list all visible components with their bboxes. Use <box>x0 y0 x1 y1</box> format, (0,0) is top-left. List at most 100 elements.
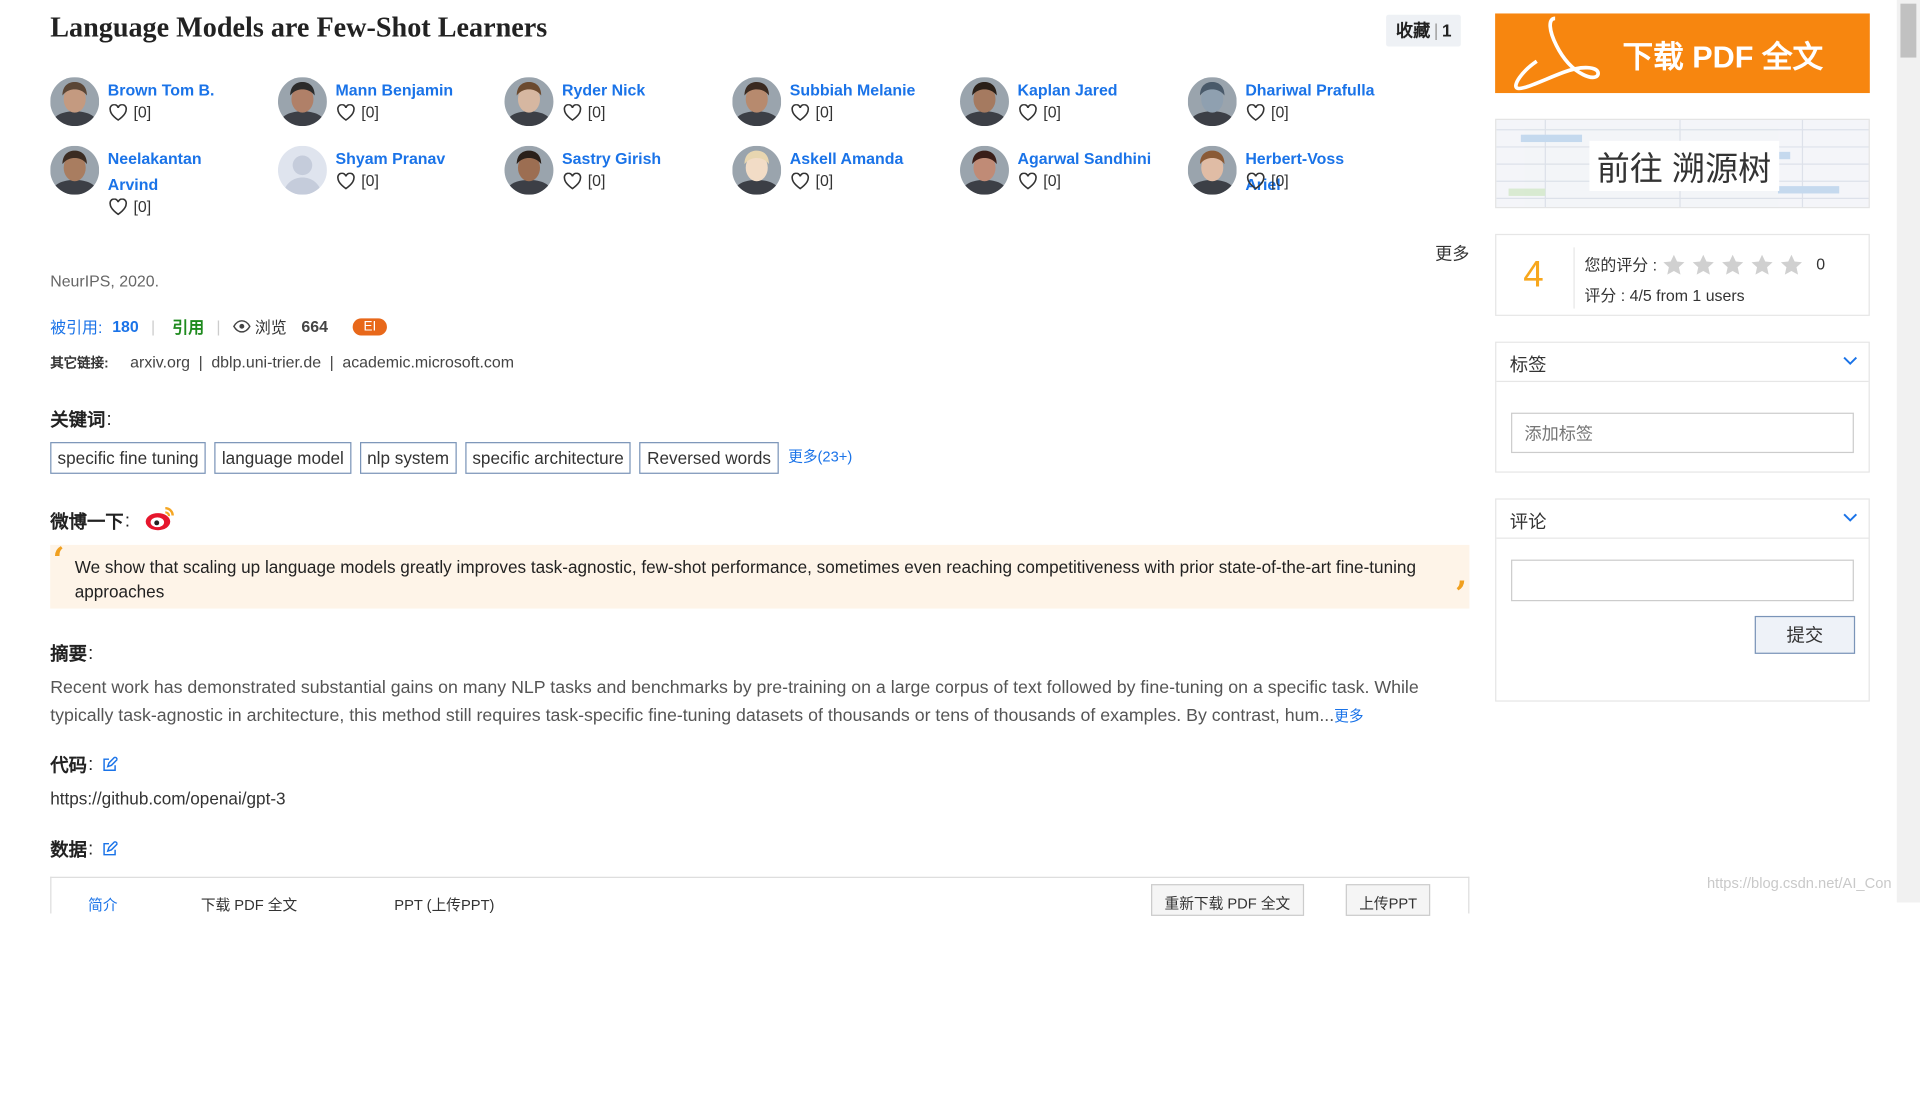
heart-icon[interactable] <box>563 103 582 121</box>
other-links-label: 其它链接: <box>50 356 109 372</box>
heart-icon[interactable] <box>1019 103 1037 121</box>
rating-score: 4 <box>1523 254 1544 296</box>
author-likes[interactable]: [0] <box>337 171 379 190</box>
link-msacademic[interactable]: academic.microsoft.com <box>342 353 514 371</box>
download-pdf-button[interactable]: 下载 PDF 全文 <box>1495 13 1870 94</box>
author-likes[interactable]: [0] <box>563 171 605 190</box>
comment-input[interactable] <box>1511 559 1854 602</box>
avatar[interactable] <box>50 145 100 195</box>
rating-card: 4 您的评分 : 0 评分 : 4/5 from 1 users <box>1495 233 1870 316</box>
author-name[interactable]: Sastry Girish <box>562 146 697 172</box>
keyword-tag[interactable]: nlp system <box>359 442 457 474</box>
author-likes[interactable]: [0] <box>337 103 379 121</box>
author-name[interactable]: Agarwal Sandhini <box>1018 146 1153 172</box>
keyword-tag[interactable]: specific architecture <box>465 442 632 474</box>
edit-icon[interactable] <box>102 756 118 773</box>
avatar[interactable] <box>277 145 327 195</box>
favorite-count: 1 <box>1442 20 1452 41</box>
author-name[interactable]: Brown Tom B. <box>108 77 243 103</box>
author-likes[interactable]: [0] <box>109 103 151 121</box>
trace-tree-button[interactable]: 前往 溯源树 <box>1495 118 1870 209</box>
avatar[interactable] <box>732 145 782 195</box>
abstract-more-link[interactable]: 更多 <box>1334 708 1363 725</box>
chevron-down-icon[interactable] <box>1843 513 1858 523</box>
heart-icon[interactable] <box>1246 172 1265 189</box>
code-url[interactable]: https://github.com/openai/gpt-3 <box>50 789 285 809</box>
authors-more-link[interactable]: 更多 <box>1435 241 1469 265</box>
star-icon[interactable] <box>1721 253 1745 275</box>
author-item: Dhariwal Prafulla [0] <box>1187 75 1408 136</box>
author-likes[interactable]: [0] <box>1019 103 1061 121</box>
author-likes[interactable]: [0] <box>1246 103 1289 121</box>
tab-intro[interactable]: 简介 <box>88 894 117 915</box>
like-count: [0] <box>1043 102 1061 122</box>
scrollbar-thumb[interactable] <box>1900 3 1917 58</box>
keywords-list: specific fine tuning language model nlp … <box>50 442 852 474</box>
author-likes[interactable]: [0] <box>791 103 833 121</box>
cite-link[interactable]: 引用 <box>172 315 204 338</box>
comments-header[interactable]: 评论 <box>1496 500 1869 539</box>
heart-icon[interactable] <box>791 103 810 121</box>
author-likes[interactable]: [0] <box>791 171 833 190</box>
avatar[interactable] <box>960 145 1009 195</box>
avatar[interactable] <box>1187 145 1237 195</box>
star-icon[interactable] <box>1662 253 1686 275</box>
avatar[interactable] <box>504 77 554 127</box>
favorite-button[interactable]: 收藏 | 1 <box>1386 14 1462 47</box>
author-item: Neelakantan Arvind [0] <box>50 143 270 216</box>
link-arxiv[interactable]: arxiv.org <box>130 353 190 371</box>
tab-download-pdf[interactable]: 下载 PDF 全文 <box>201 894 297 915</box>
author-name[interactable]: Subbiah Melanie <box>790 77 925 103</box>
avatar[interactable] <box>960 77 1009 127</box>
tab-ppt[interactable]: PPT (上传PPT) <box>394 894 494 915</box>
star-icon[interactable] <box>1779 253 1803 275</box>
author-name[interactable]: Kaplan Jared <box>1018 77 1153 103</box>
author-likes[interactable]: [0] <box>1246 171 1289 190</box>
keywords-more-link[interactable]: 更多(23+) <box>788 446 852 467</box>
rating-summary: 评分 : 4/5 from 1 users <box>1584 286 1745 305</box>
upload-ppt-button[interactable]: 上传PPT <box>1345 884 1431 916</box>
author-name[interactable]: Ryder Nick <box>562 77 697 103</box>
cited-count[interactable]: 180 <box>112 317 139 335</box>
submit-comment-button[interactable]: 提交 <box>1754 615 1856 654</box>
adobe-pdf-icon <box>1514 16 1600 91</box>
author-likes[interactable]: [0] <box>1019 171 1061 190</box>
avatar[interactable] <box>1187 77 1237 127</box>
cited-label[interactable]: 被引用: <box>50 315 102 338</box>
heart-icon[interactable] <box>109 197 127 215</box>
edit-icon[interactable] <box>102 841 118 857</box>
rating-stars[interactable] <box>1662 253 1804 275</box>
heart-icon[interactable] <box>337 103 355 121</box>
author-likes[interactable]: [0] <box>563 103 605 121</box>
heart-icon[interactable] <box>337 172 355 189</box>
author-name[interactable]: Askell Amanda <box>790 146 925 172</box>
heart-icon[interactable] <box>1019 172 1037 189</box>
star-icon[interactable] <box>1691 253 1715 275</box>
heart-icon[interactable] <box>109 103 127 121</box>
keyword-tag[interactable]: language model <box>214 442 352 474</box>
avatar[interactable] <box>277 77 327 127</box>
chevron-down-icon[interactable] <box>1843 356 1858 366</box>
author-name[interactable]: Shyam Pranav <box>336 146 471 172</box>
add-tag-input[interactable] <box>1511 412 1854 454</box>
author-item: Kaplan Jared [0] <box>960 75 1180 136</box>
keyword-tag[interactable]: specific fine tuning <box>50 442 206 474</box>
redownload-pdf-button[interactable]: 重新下载 PDF 全文 <box>1151 884 1304 916</box>
weibo-icon[interactable] <box>145 504 177 531</box>
avatar[interactable] <box>504 145 554 195</box>
avatar[interactable] <box>732 77 782 127</box>
author-name[interactable]: Dhariwal Prafulla <box>1245 77 1380 103</box>
avatar[interactable] <box>50 77 100 127</box>
like-count: [0] <box>1271 171 1289 190</box>
tags-header[interactable]: 标签 <box>1496 343 1869 383</box>
heart-icon[interactable] <box>1246 103 1265 121</box>
scrollbar[interactable] <box>1896 0 1920 903</box>
author-name[interactable]: Neelakantan Arvind <box>108 146 243 197</box>
star-icon[interactable] <box>1750 253 1774 275</box>
heart-icon[interactable] <box>791 172 810 189</box>
author-name[interactable]: Mann Benjamin <box>336 77 471 103</box>
link-dblp[interactable]: dblp.uni-trier.de <box>211 353 321 371</box>
author-likes[interactable]: [0] <box>109 197 151 216</box>
heart-icon[interactable] <box>563 172 582 189</box>
keyword-tag[interactable]: Reversed words <box>639 442 779 474</box>
